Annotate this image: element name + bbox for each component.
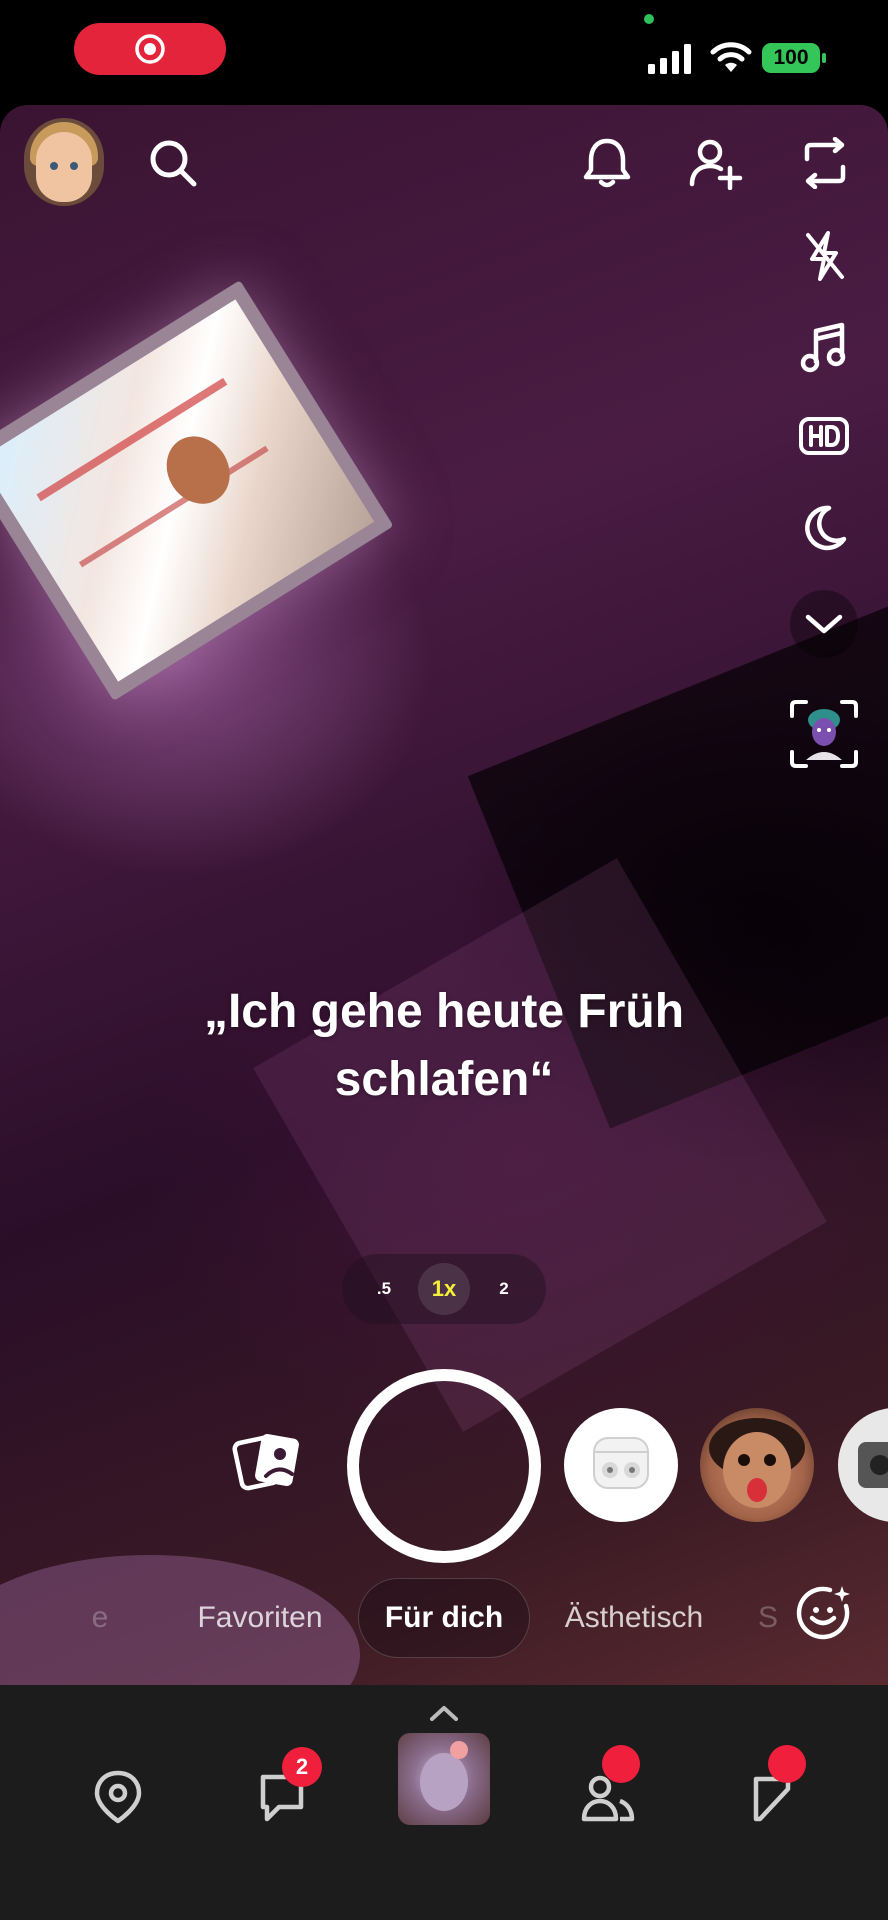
stories-new-dot bbox=[602, 1745, 640, 1783]
notifications-button[interactable] bbox=[578, 134, 636, 192]
bitmoji-scan-button[interactable] bbox=[788, 698, 860, 770]
memories-button[interactable] bbox=[232, 1430, 304, 1492]
caption-line-2: schlafen“ bbox=[334, 1053, 554, 1106]
battery-tip bbox=[822, 53, 826, 63]
zoom-option-1x[interactable]: 1x bbox=[418, 1263, 470, 1315]
caption-text[interactable]: „Ich gehe heute Früh schlafen“ bbox=[120, 978, 768, 1114]
smile-sparkle-icon bbox=[796, 1586, 850, 1640]
search-button[interactable] bbox=[144, 134, 202, 192]
profile-avatar[interactable] bbox=[24, 118, 104, 206]
bell-icon bbox=[583, 138, 631, 188]
flash-toggle[interactable] bbox=[792, 224, 856, 288]
hd-icon bbox=[799, 417, 849, 455]
zoom-option-2x[interactable]: 2 bbox=[478, 1263, 530, 1315]
more-tools-button[interactable] bbox=[790, 590, 858, 658]
nav-stories[interactable] bbox=[578, 1745, 640, 1827]
airpods-icon bbox=[593, 1437, 649, 1489]
tab-partial-left[interactable]: e bbox=[60, 1578, 140, 1658]
tab-partial-right[interactable]: S bbox=[756, 1578, 780, 1658]
add-friend-button[interactable] bbox=[686, 134, 746, 192]
bitmoji-scan-icon bbox=[790, 700, 858, 768]
tab-fuer-dich[interactable]: Für dich bbox=[358, 1578, 530, 1658]
chevron-up-icon[interactable] bbox=[428, 1703, 460, 1723]
camera-scene-tv bbox=[0, 280, 394, 701]
spotlight-new-dot bbox=[768, 1745, 806, 1783]
lens-explorer-button[interactable] bbox=[796, 1584, 852, 1640]
battery-level: 100 bbox=[762, 43, 820, 73]
camera-in-use-indicator bbox=[644, 14, 654, 24]
flip-camera-button[interactable] bbox=[794, 134, 856, 192]
capture-button[interactable] bbox=[347, 1369, 541, 1563]
battery-indicator: 100 bbox=[762, 43, 828, 73]
tab-aesthetisch[interactable]: Ästhetisch bbox=[548, 1578, 720, 1658]
zoom-option-half[interactable]: .5 bbox=[358, 1263, 410, 1315]
chevron-down-icon bbox=[805, 614, 843, 634]
nav-camera[interactable] bbox=[398, 1733, 490, 1825]
caption-line-1: „Ich gehe heute Früh bbox=[203, 985, 685, 1038]
flash-off-icon bbox=[806, 231, 844, 281]
music-button[interactable] bbox=[792, 316, 856, 380]
hd-toggle[interactable] bbox=[792, 404, 856, 468]
night-mode-toggle[interactable] bbox=[792, 496, 856, 560]
nav-map[interactable] bbox=[88, 1767, 148, 1827]
lens-airpods[interactable] bbox=[564, 1408, 678, 1522]
status-bar: 100 bbox=[0, 0, 888, 105]
map-pin-icon bbox=[94, 1770, 142, 1824]
record-icon bbox=[135, 34, 165, 64]
music-note-icon bbox=[800, 322, 846, 373]
flip-camera-icon bbox=[804, 137, 846, 189]
zoom-selector: .5 1x 2 bbox=[342, 1254, 546, 1324]
lens-category-tabs: e Favoriten Für dich Ästhetisch S bbox=[0, 1578, 888, 1658]
cellular-signal-icon bbox=[648, 44, 691, 74]
lens-funny-face[interactable] bbox=[700, 1408, 814, 1522]
tab-favoriten[interactable]: Favoriten bbox=[180, 1578, 340, 1658]
face-lens-icon bbox=[709, 1418, 805, 1508]
nav-spotlight[interactable] bbox=[744, 1745, 806, 1827]
bottom-navigation: 2 bbox=[0, 1685, 888, 1920]
memories-icon bbox=[232, 1434, 299, 1491]
nav-chat[interactable]: 2 bbox=[252, 1747, 322, 1827]
chat-unread-badge: 2 bbox=[282, 1747, 322, 1787]
search-icon bbox=[150, 140, 197, 187]
snapchat-camera-screen: 100 „Ich gehe heute Früh schlafen“ .5 1x… bbox=[0, 0, 888, 1920]
wifi-icon bbox=[710, 42, 752, 72]
moon-icon bbox=[805, 505, 847, 551]
add-friend-icon bbox=[689, 139, 743, 190]
screen-recording-indicator[interactable] bbox=[74, 23, 226, 75]
